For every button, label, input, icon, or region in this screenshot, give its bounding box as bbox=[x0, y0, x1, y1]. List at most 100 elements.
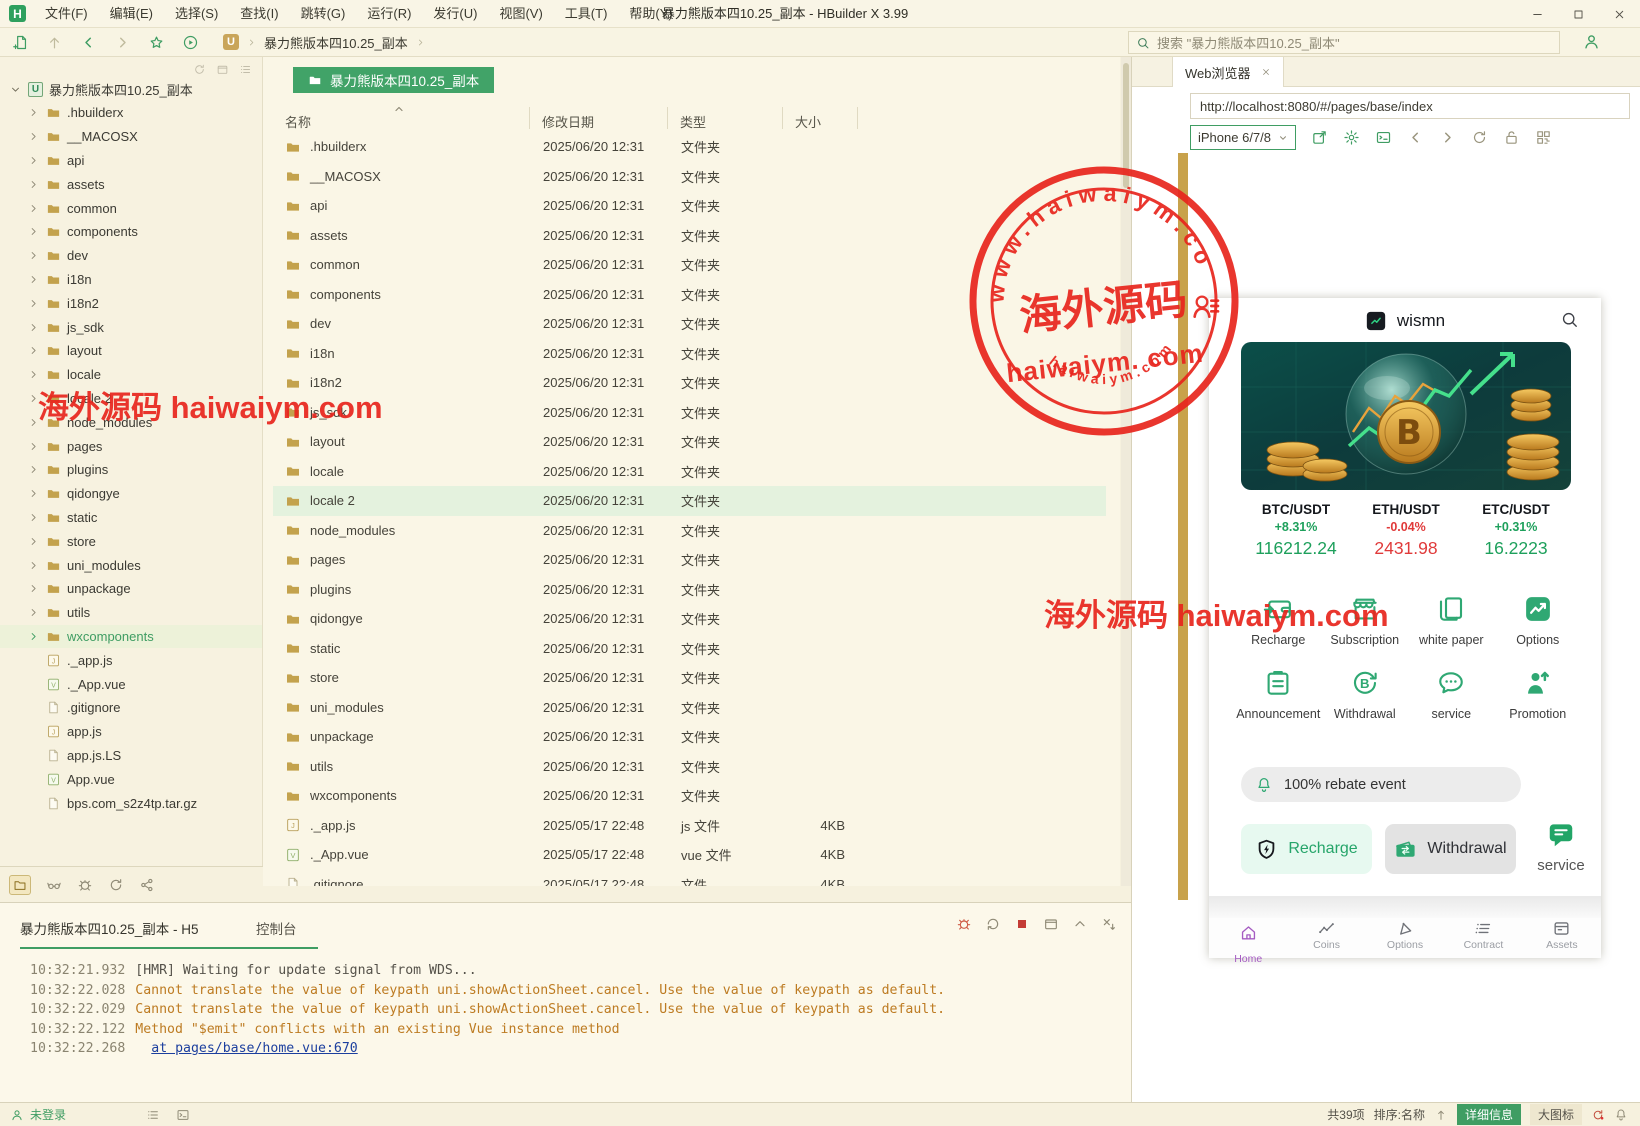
grid-promotion[interactable]: Promotion bbox=[1495, 668, 1582, 721]
file-row-qidongye[interactable]: qidongye 2025/06/20 12:31 文件夹 bbox=[273, 604, 1106, 634]
log-link[interactable]: at pages/base/home.vue:670 bbox=[151, 1041, 357, 1056]
menu-item-1[interactable]: 编辑(E) bbox=[99, 0, 164, 28]
file-row-wxcomponents[interactable]: wxcomponents 2025/06/20 12:31 文件夹 bbox=[273, 781, 1106, 811]
file-row-static[interactable]: static 2025/06/20 12:31 文件夹 bbox=[273, 634, 1106, 664]
login-status[interactable]: 未登录 bbox=[10, 1106, 66, 1123]
bell-icon[interactable] bbox=[1614, 1108, 1628, 1122]
detail-view-button[interactable]: 详细信息 bbox=[1456, 1104, 1521, 1125]
file-row-plugins[interactable]: plugins 2025/06/20 12:31 文件夹 bbox=[273, 575, 1106, 605]
window-icon[interactable] bbox=[1043, 916, 1059, 932]
nav-assets[interactable]: Assets bbox=[1523, 918, 1601, 958]
ticker-ETC/USDT[interactable]: ETC/USDT +0.31% 16.2223 bbox=[1461, 502, 1571, 559]
tree-folder-i18n[interactable]: i18n bbox=[0, 268, 262, 292]
file-row-layout[interactable]: layout 2025/06/20 12:31 文件夹 bbox=[273, 427, 1106, 457]
refresh-icon[interactable] bbox=[193, 63, 206, 76]
browser-tab[interactable]: Web浏览器 bbox=[1172, 57, 1284, 87]
file-row-unpackage[interactable]: unpackage 2025/06/20 12:31 文件夹 bbox=[273, 722, 1106, 752]
notice-banner[interactable]: 100% rebate event bbox=[1241, 767, 1521, 802]
menu-item-0[interactable]: 文件(F) bbox=[34, 0, 99, 28]
tree-root[interactable]: U 暴力熊版本四10.25_副本 bbox=[0, 77, 262, 101]
nav-home[interactable]: Home bbox=[1209, 918, 1287, 968]
back-icon[interactable] bbox=[1407, 129, 1424, 146]
tree-folder-unpackage[interactable]: unpackage bbox=[0, 577, 262, 601]
tree-file-bps.com_s2z4tp.tar.gz[interactable]: bps.com_s2z4tp.tar.gz bbox=[0, 791, 262, 815]
stop-icon[interactable] bbox=[1014, 916, 1030, 932]
forward-icon[interactable] bbox=[114, 34, 131, 51]
terminal-icon[interactable] bbox=[176, 1108, 190, 1122]
file-row-.gitignore[interactable]: .gitignore 2025/05/17 22:48 文件 4KB bbox=[273, 870, 1106, 886]
qrcode-icon[interactable] bbox=[1535, 129, 1552, 146]
share-icon[interactable] bbox=[139, 877, 155, 893]
minimize-button[interactable] bbox=[1517, 0, 1558, 28]
search-icon[interactable] bbox=[1560, 310, 1579, 329]
tree-folder-dev[interactable]: dev bbox=[0, 244, 262, 268]
column-size[interactable]: 大小 bbox=[795, 112, 821, 131]
column-type[interactable]: 类型 bbox=[680, 112, 706, 131]
tree-folder-js_sdk[interactable]: js_sdk bbox=[0, 315, 262, 339]
glasses-icon[interactable] bbox=[46, 877, 62, 893]
run-icon[interactable] bbox=[182, 34, 199, 51]
column-name[interactable]: 名称 bbox=[285, 112, 311, 131]
tree-file-._app.js[interactable]: J ._app.js bbox=[0, 648, 262, 672]
file-row-pages[interactable]: pages 2025/06/20 12:31 文件夹 bbox=[273, 545, 1106, 575]
nav-options[interactable]: Options bbox=[1366, 918, 1444, 958]
tree-folder-layout[interactable]: layout bbox=[0, 339, 262, 363]
service-button[interactable]: service bbox=[1531, 820, 1591, 874]
banner-image[interactable]: B bbox=[1241, 342, 1571, 490]
file-row-._App.vue[interactable]: V ._App.vue 2025/05/17 22:48 vue 文件 4KB bbox=[273, 840, 1106, 870]
refresh-icon[interactable] bbox=[108, 877, 124, 893]
tree-folder-.hbuilderx[interactable]: .hbuilderx bbox=[0, 101, 262, 125]
tree-folder-qidongye[interactable]: qidongye bbox=[0, 482, 262, 506]
ticker-ETH/USDT[interactable]: ETH/USDT -0.04% 2431.98 bbox=[1351, 502, 1461, 559]
grid-withdrawal[interactable]: B Withdrawal bbox=[1322, 668, 1409, 721]
file-row-._app.js[interactable]: J ._app.js 2025/05/17 22:48 js 文件 4KB bbox=[273, 811, 1106, 841]
column-date[interactable]: 修改日期 bbox=[542, 112, 594, 131]
grid-white-paper[interactable]: white paper bbox=[1408, 594, 1495, 647]
star-icon[interactable] bbox=[148, 34, 165, 51]
tree-folder-common[interactable]: common bbox=[0, 196, 262, 220]
nav-coins[interactable]: Coins bbox=[1287, 918, 1365, 958]
menu-item-3[interactable]: 查找(I) bbox=[229, 0, 289, 28]
close-icon[interactable] bbox=[1261, 67, 1271, 77]
tree-folder-static[interactable]: static bbox=[0, 506, 262, 530]
tree-file-app.js.LS[interactable]: app.js.LS bbox=[0, 744, 262, 768]
refresh-icon[interactable] bbox=[1471, 129, 1488, 146]
large-icon-button[interactable]: 大图标 bbox=[1529, 1104, 1582, 1125]
file-row-uni_modules[interactable]: uni_modules 2025/06/20 12:31 文件夹 bbox=[273, 693, 1106, 723]
recharge-button[interactable]: Recharge bbox=[1241, 824, 1372, 874]
clear-icon[interactable] bbox=[1101, 916, 1117, 932]
unlock-icon[interactable] bbox=[1503, 129, 1520, 146]
devtools-icon[interactable] bbox=[1375, 129, 1392, 146]
window-icon[interactable] bbox=[216, 63, 229, 76]
file-list-tab[interactable]: 暴力熊版本四10.25_副本 bbox=[293, 67, 495, 93]
menu-item-2[interactable]: 选择(S) bbox=[164, 0, 229, 28]
withdrawal-button[interactable]: Withdrawal bbox=[1385, 824, 1516, 874]
file-row-utils[interactable]: utils 2025/06/20 12:31 文件夹 bbox=[273, 752, 1106, 782]
console-tab-h5[interactable]: 暴力熊版本四10.25_副本 - H5 bbox=[20, 918, 199, 938]
grid-announcement[interactable]: Announcement bbox=[1235, 668, 1322, 721]
maximize-button[interactable] bbox=[1558, 0, 1599, 28]
file-row-.hbuilderx[interactable]: .hbuilderx 2025/06/20 12:31 文件夹 bbox=[273, 132, 1106, 162]
user-icon[interactable] bbox=[1582, 32, 1601, 51]
breadcrumb-project[interactable]: 暴力熊版本四10.25_副本 bbox=[264, 33, 408, 52]
console-tab-main[interactable]: 控制台 bbox=[256, 918, 297, 938]
bug-icon[interactable] bbox=[956, 916, 972, 932]
tree-file-app.js[interactable]: Japp.js bbox=[0, 720, 262, 744]
tree-folder-uni_modules[interactable]: uni_modules bbox=[0, 553, 262, 577]
breadcrumb[interactable]: U 暴力熊版本四10.25_副本 bbox=[223, 33, 426, 52]
file-row-store[interactable]: store 2025/06/20 12:31 文件夹 bbox=[273, 663, 1106, 693]
file-row-node_modules[interactable]: node_modules 2025/06/20 12:31 文件夹 bbox=[273, 516, 1106, 546]
tree-folder-wxcomponents[interactable]: wxcomponents bbox=[0, 624, 262, 649]
bug-icon[interactable] bbox=[77, 877, 93, 893]
url-input[interactable]: http://localhost:8080/#/pages/base/index bbox=[1190, 93, 1630, 119]
update-icon[interactable] bbox=[1591, 1108, 1605, 1122]
tree-file-.gitignore[interactable]: .gitignore bbox=[0, 696, 262, 720]
tree-folder-store[interactable]: store bbox=[0, 529, 262, 553]
list-icon[interactable] bbox=[146, 1108, 160, 1122]
back-icon[interactable] bbox=[80, 34, 97, 51]
tree-folder-pages[interactable]: pages bbox=[0, 434, 262, 458]
close-button[interactable] bbox=[1599, 0, 1640, 28]
sort-up-icon[interactable] bbox=[1434, 1108, 1448, 1122]
tree-folder-i18n2[interactable]: i18n2 bbox=[0, 291, 262, 315]
file-row-locale[interactable]: locale 2025/06/20 12:31 文件夹 bbox=[273, 457, 1106, 487]
